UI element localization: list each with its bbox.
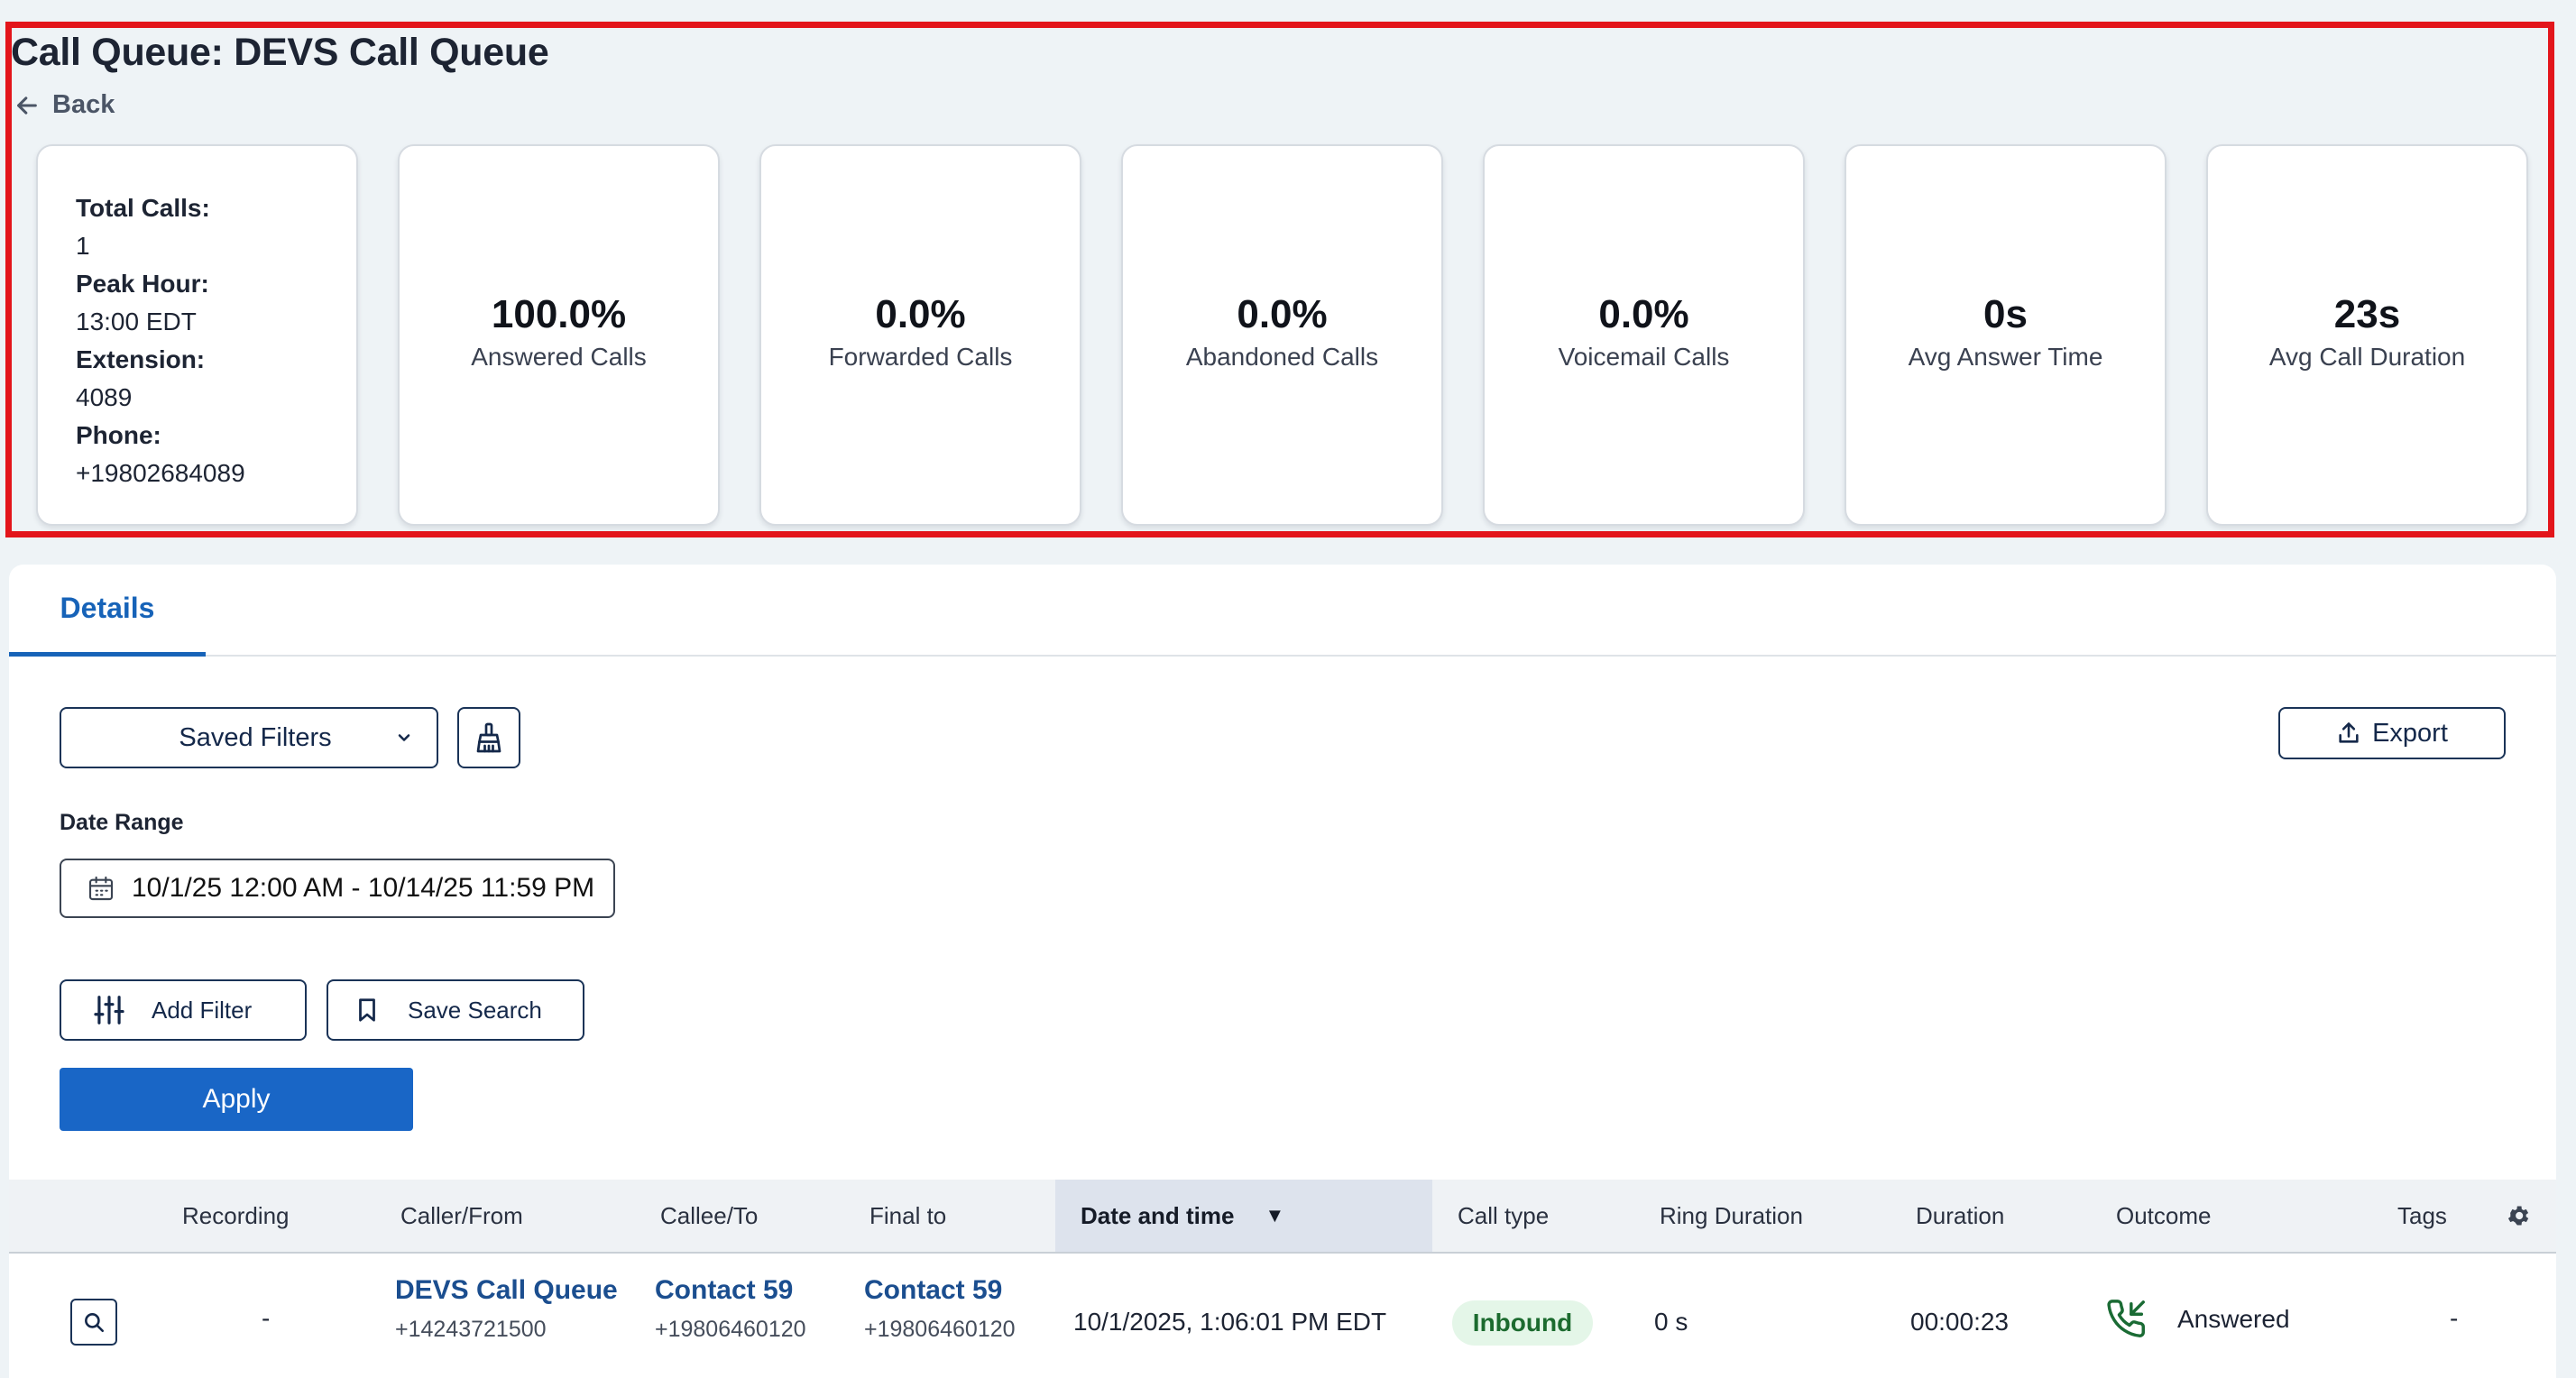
play-recording-button[interactable] — [70, 1299, 117, 1346]
saved-filters-dropdown[interactable]: Saved Filters — [60, 707, 438, 768]
recording-value: - — [262, 1304, 271, 1332]
tab-details[interactable]: Details — [9, 565, 206, 657]
phone-answered-icon — [2107, 1300, 2145, 1337]
stat-value: 0.0% — [875, 292, 966, 336]
col-final-to[interactable]: Final to — [869, 1180, 946, 1252]
caller-number: +14243721500 — [395, 1317, 547, 1342]
table-row[interactable]: - DEVS Call Queue +14243721500 Contact 5… — [9, 1254, 2556, 1378]
total-calls-value: 1 — [76, 232, 90, 260]
table-header: Recording Caller/From Callee/To Final to… — [9, 1180, 2556, 1254]
peak-hour-value: 13:00 EDT — [76, 308, 197, 335]
callee-cell: Contact 59 +19806460120 — [655, 1275, 806, 1343]
add-filter-label: Add Filter — [152, 996, 253, 1024]
stat-label: Abandoned Calls — [1185, 343, 1379, 371]
arrow-left-icon — [17, 96, 37, 115]
stat-value: 100.0% — [491, 292, 627, 336]
chevron-down-icon — [398, 734, 410, 741]
calendar-icon — [88, 876, 114, 901]
stat-label: Voicemail Calls — [1558, 343, 1730, 371]
column-settings-button[interactable] — [2506, 1180, 2531, 1252]
final-to-cell: Contact 59 +19806460120 — [864, 1275, 1016, 1343]
gear-icon — [2507, 1206, 2529, 1226]
caller-cell: DEVS Call Queue +14243721500 — [395, 1275, 618, 1343]
peak-hour-label: Peak Hour: — [76, 270, 209, 298]
add-filter-button[interactable]: Add Filter — [60, 979, 307, 1041]
callee-number: +19806460120 — [655, 1317, 806, 1342]
caller-name-link[interactable]: DEVS Call Queue — [395, 1275, 618, 1306]
outcome-value: Answered — [2177, 1305, 2290, 1333]
ring-duration-value: 0 s — [1654, 1308, 1688, 1336]
upload-icon — [2339, 722, 2359, 743]
stat-value: 0.0% — [1237, 292, 1328, 336]
sort-desc-icon: ▼ — [1265, 1204, 1285, 1226]
export-label: Export — [2372, 718, 2448, 748]
col-recording[interactable]: Recording — [182, 1180, 290, 1252]
summary-cards: Total Calls: 1 Peak Hour: 13:00 EDT Exte… — [36, 144, 2528, 526]
col-ring-duration[interactable]: Ring Duration — [1660, 1180, 1803, 1252]
stat-card-voicemail: 0.0% Voicemail Calls — [1483, 144, 1805, 526]
stat-card-abandoned: 0.0% Abandoned Calls — [1121, 144, 1443, 526]
phone-label: Phone: — [76, 421, 161, 449]
queue-info-card: Total Calls: 1 Peak Hour: 13:00 EDT Exte… — [36, 144, 358, 526]
apply-button[interactable]: Apply — [60, 1068, 413, 1131]
col-outcome[interactable]: Outcome — [2116, 1180, 2212, 1252]
date-range-value: 10/1/25 12:00 AM - 10/14/25 11:59 PM — [132, 873, 595, 903]
export-button[interactable]: Export — [2278, 707, 2506, 759]
stat-label: Avg Call Duration — [2268, 343, 2466, 371]
callee-name-link[interactable]: Contact 59 — [655, 1275, 806, 1306]
details-panel: Details Saved Filters Export Date Range — [9, 565, 2556, 1378]
phone-value: +19802684089 — [76, 459, 245, 487]
stat-card-avg-call-duration: 23s Avg Call Duration — [2206, 144, 2528, 526]
col-caller-from[interactable]: Caller/From — [400, 1180, 523, 1252]
datetime-value: 10/1/2025, 1:06:01 PM EDT — [1073, 1308, 1387, 1336]
date-range-picker[interactable]: 10/1/25 12:00 AM - 10/14/25 11:59 PM — [60, 859, 615, 918]
sliders-icon — [94, 996, 124, 1024]
stat-card-avg-answer-time: 0s Avg Answer Time — [1845, 144, 2167, 526]
page-title: Call Queue: DEVS Call Queue — [11, 31, 549, 74]
col-callee-to[interactable]: Callee/To — [660, 1180, 758, 1252]
save-search-label: Save Search — [408, 996, 542, 1024]
extension-label: Extension: — [76, 345, 206, 373]
final-to-number: +19806460120 — [864, 1317, 1016, 1342]
saved-filters-label: Saved Filters — [179, 722, 332, 752]
save-search-button[interactable]: Save Search — [327, 979, 584, 1041]
stat-value: 0.0% — [1598, 292, 1689, 336]
back-link[interactable]: Back — [14, 90, 115, 120]
duration-value: 00:00:23 — [1910, 1308, 2009, 1336]
clear-filters-button[interactable] — [457, 707, 520, 768]
col-duration[interactable]: Duration — [1916, 1180, 2004, 1252]
back-label: Back — [52, 90, 115, 119]
col-date-and-time[interactable]: Date and time ▼ — [1055, 1180, 1432, 1252]
stat-label: Avg Answer Time — [1908, 343, 2103, 371]
broom-icon — [476, 722, 501, 753]
stat-value: 23s — [2333, 292, 2401, 336]
total-calls-label: Total Calls: — [76, 194, 210, 222]
stat-card-answered: 100.0% Answered Calls — [398, 144, 720, 526]
stat-label: Forwarded Calls — [828, 343, 1013, 371]
date-range-label: Date Range — [60, 810, 184, 835]
bookmark-icon — [359, 998, 375, 1022]
outcome-cell: Answered — [2107, 1299, 2290, 1340]
tab-bar: Details — [9, 565, 2556, 657]
col-call-type[interactable]: Call type — [1458, 1180, 1549, 1252]
stat-label: Answered Calls — [471, 343, 647, 371]
search-icon — [85, 1313, 105, 1333]
call-type-badge: Inbound — [1452, 1300, 1593, 1346]
stat-card-forwarded: 0.0% Forwarded Calls — [759, 144, 1081, 526]
col-date-and-time-label: Date and time — [1081, 1201, 1235, 1229]
stat-value: 0s — [1983, 292, 2028, 336]
extension-value: 4089 — [76, 383, 133, 411]
tags-value: - — [2450, 1304, 2459, 1332]
final-to-name-link[interactable]: Contact 59 — [864, 1275, 1016, 1306]
col-tags[interactable]: Tags — [2397, 1180, 2447, 1252]
